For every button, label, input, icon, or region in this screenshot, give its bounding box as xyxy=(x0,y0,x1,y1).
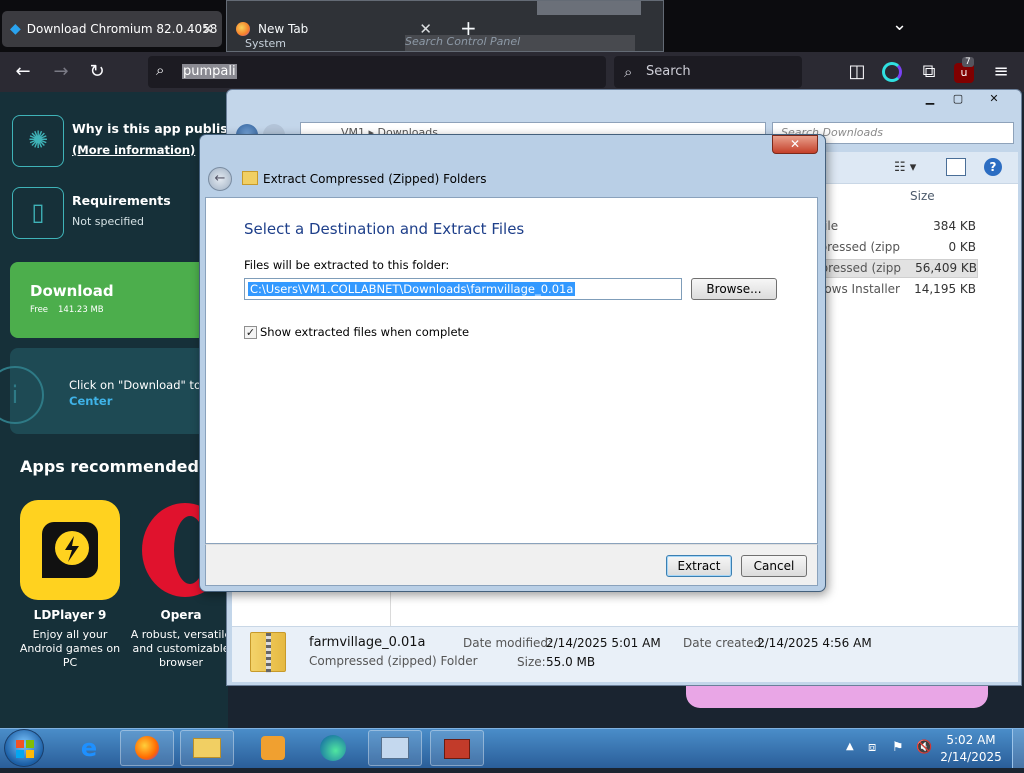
start-button[interactable] xyxy=(4,729,44,767)
network-icon[interactable]: ⧈ xyxy=(868,740,876,755)
cancel-button[interactable]: Cancel xyxy=(741,555,807,577)
path-label: Files will be extracted to this folder: xyxy=(244,258,450,272)
date-modified-label: Date modified: xyxy=(463,636,553,650)
destination-path-input[interactable]: C:\Users\VM1.COLLABNET\Downloads\farmvil… xyxy=(244,278,682,300)
phone-icon: ▯ xyxy=(12,187,64,239)
background-window-ghost: System Search Control Panel xyxy=(226,0,664,52)
uptodown-favicon-icon: ◆ xyxy=(10,21,21,37)
notification-badge: 7 xyxy=(962,57,974,67)
file-type: File xyxy=(818,219,839,233)
checkbox-label: Show extracted files when complete xyxy=(260,325,470,339)
help-icon[interactable]: ? xyxy=(984,158,1002,176)
ghost-search-label: Search Control Panel xyxy=(405,35,635,51)
clock-time[interactable]: 5:02 AM xyxy=(940,733,1002,747)
more-information-link[interactable]: (More information) xyxy=(72,143,195,157)
file-row-selected[interactable]: Compressed (zipp... 56,409 KB xyxy=(818,259,978,278)
date-created-value: 2/14/2025 4:56 AM xyxy=(757,636,872,650)
tab-title: Download Chromium 82.0.4058 xyxy=(26,22,218,36)
extract-button[interactable]: Extract xyxy=(666,555,732,577)
extensions-icon[interactable]: ⧉ xyxy=(918,61,940,83)
show-desktop-button[interactable] xyxy=(1012,729,1024,768)
file-row[interactable]: Compressed (zipp... 0 KB xyxy=(818,240,978,257)
show-hidden-icons[interactable]: ▲ xyxy=(846,741,854,752)
menu-hamburger-icon[interactable]: ≡ xyxy=(990,61,1012,83)
maximize-icon[interactable]: ▢ xyxy=(944,90,972,108)
download-button[interactable]: Download Free 141.23 MB xyxy=(10,262,230,338)
file-row[interactable]: Windows Installer ... 14,195 KB xyxy=(818,282,978,299)
ghost-window-buttons xyxy=(537,1,641,15)
file-size: 0 KB xyxy=(948,240,976,254)
url-bar[interactable]: ⌕ pumpali xyxy=(148,56,606,88)
info-icon: i xyxy=(0,366,44,424)
dialog-heading: Select a Destination and Extract Files xyxy=(244,220,525,238)
ldplayer-app-icon[interactable] xyxy=(20,500,120,600)
file-size: 384 KB xyxy=(933,219,976,233)
back-arrow-icon[interactable]: ← xyxy=(12,61,34,83)
clock-date[interactable]: 2/14/2025 xyxy=(940,750,1002,764)
url-input[interactable]: pumpali xyxy=(182,64,237,79)
requirements-title: Requirements xyxy=(72,193,171,208)
close-icon[interactable]: ✕ xyxy=(972,90,1016,108)
path-value-selected: C:\Users\VM1.COLLABNET\Downloads\farmvil… xyxy=(248,282,576,296)
lightbulb-icon: ✺ xyxy=(12,115,64,167)
internet-explorer-icon[interactable]: e xyxy=(62,730,116,766)
forward-arrow-icon[interactable]: → xyxy=(50,61,72,83)
toolbox-taskbar-icon[interactable] xyxy=(430,730,484,766)
edge-icon[interactable] xyxy=(306,730,360,766)
center-link[interactable]: Center xyxy=(69,394,112,408)
date-created-label: Date created: xyxy=(683,636,766,650)
pocket-icon[interactable]: ◫ xyxy=(846,61,868,83)
reload-icon[interactable]: ↻ xyxy=(86,61,108,83)
search-icon: ⌕ xyxy=(624,63,633,81)
show-files-checkbox[interactable]: ✓ xyxy=(244,326,257,339)
file-size: 56,409 KB xyxy=(915,261,977,275)
dialog-title: Extract Compressed (Zipped) Folders xyxy=(263,172,487,186)
nav-pane-divider xyxy=(390,592,391,626)
zip-folder-icon xyxy=(250,632,286,673)
app-description: Enjoy all your Android games on PC xyxy=(19,628,121,669)
tab-list-button[interactable]: ⌄ xyxy=(892,14,907,35)
ghost-system-label: System xyxy=(245,37,287,50)
minimize-icon[interactable]: ▁ xyxy=(916,90,944,108)
file-type: Compressed (zipp... xyxy=(818,240,900,254)
search-bar[interactable]: ⌕ Search xyxy=(614,56,802,88)
dialog-back-icon[interactable]: ← xyxy=(208,167,232,191)
details-file-name: farmvillage_0.01a xyxy=(309,635,426,650)
click-download-card: i Click on "Download" to get the file. C… xyxy=(0,348,230,434)
volume-muted-icon[interactable]: 🔇 xyxy=(916,740,932,755)
size-value: 55.0 MB xyxy=(546,655,596,669)
preview-pane-icon[interactable] xyxy=(946,158,966,176)
browse-button[interactable]: Browse... xyxy=(691,278,777,300)
download-label: Download xyxy=(30,282,114,300)
file-type: Windows Installer ... xyxy=(818,282,900,296)
view-options-icon[interactable]: ☷ ▾ xyxy=(894,160,916,175)
file-row[interactable]: File 384 KB xyxy=(818,219,978,236)
column-size-header[interactable]: Size xyxy=(910,189,935,203)
download-size: 141.23 MB xyxy=(58,305,104,315)
file-type: Compressed (zipp... xyxy=(819,261,901,275)
media-player-icon[interactable] xyxy=(246,730,300,766)
download-free: Free xyxy=(30,305,49,315)
file-explorer-taskbar-icon[interactable] xyxy=(180,730,234,766)
app-name[interactable]: Opera xyxy=(126,608,236,622)
firefox-taskbar-icon[interactable] xyxy=(120,730,174,766)
search-placeholder: Search xyxy=(646,64,691,79)
app-description: A robust, versatile and customizable bro… xyxy=(130,628,232,669)
dialog-close-button[interactable]: ✕ xyxy=(772,135,818,154)
requirements-value: Not specified xyxy=(72,215,145,228)
close-tab-icon[interactable]: ✕ xyxy=(201,20,214,38)
control-panel-taskbar-icon[interactable] xyxy=(368,730,422,766)
date-modified-value: 2/14/2025 5:01 AM xyxy=(546,636,661,650)
account-sync-icon[interactable] xyxy=(882,62,902,82)
dialog-content xyxy=(205,197,818,544)
search-icon: ⌕ xyxy=(156,61,165,79)
zip-folder-icon xyxy=(242,171,258,185)
file-size: 14,195 KB xyxy=(914,282,976,296)
apps-recommended-title: Apps recommended for you xyxy=(20,457,228,476)
details-file-type: Compressed (zipped) Folder xyxy=(309,654,478,668)
app-name[interactable]: LDPlayer 9 xyxy=(15,608,125,622)
size-label: Size: xyxy=(517,655,546,669)
tab-chromium-download[interactable]: ◆ Download Chromium 82.0.4058 ✕ xyxy=(2,11,222,47)
action-center-flag-icon[interactable]: ⚑ xyxy=(892,740,904,755)
